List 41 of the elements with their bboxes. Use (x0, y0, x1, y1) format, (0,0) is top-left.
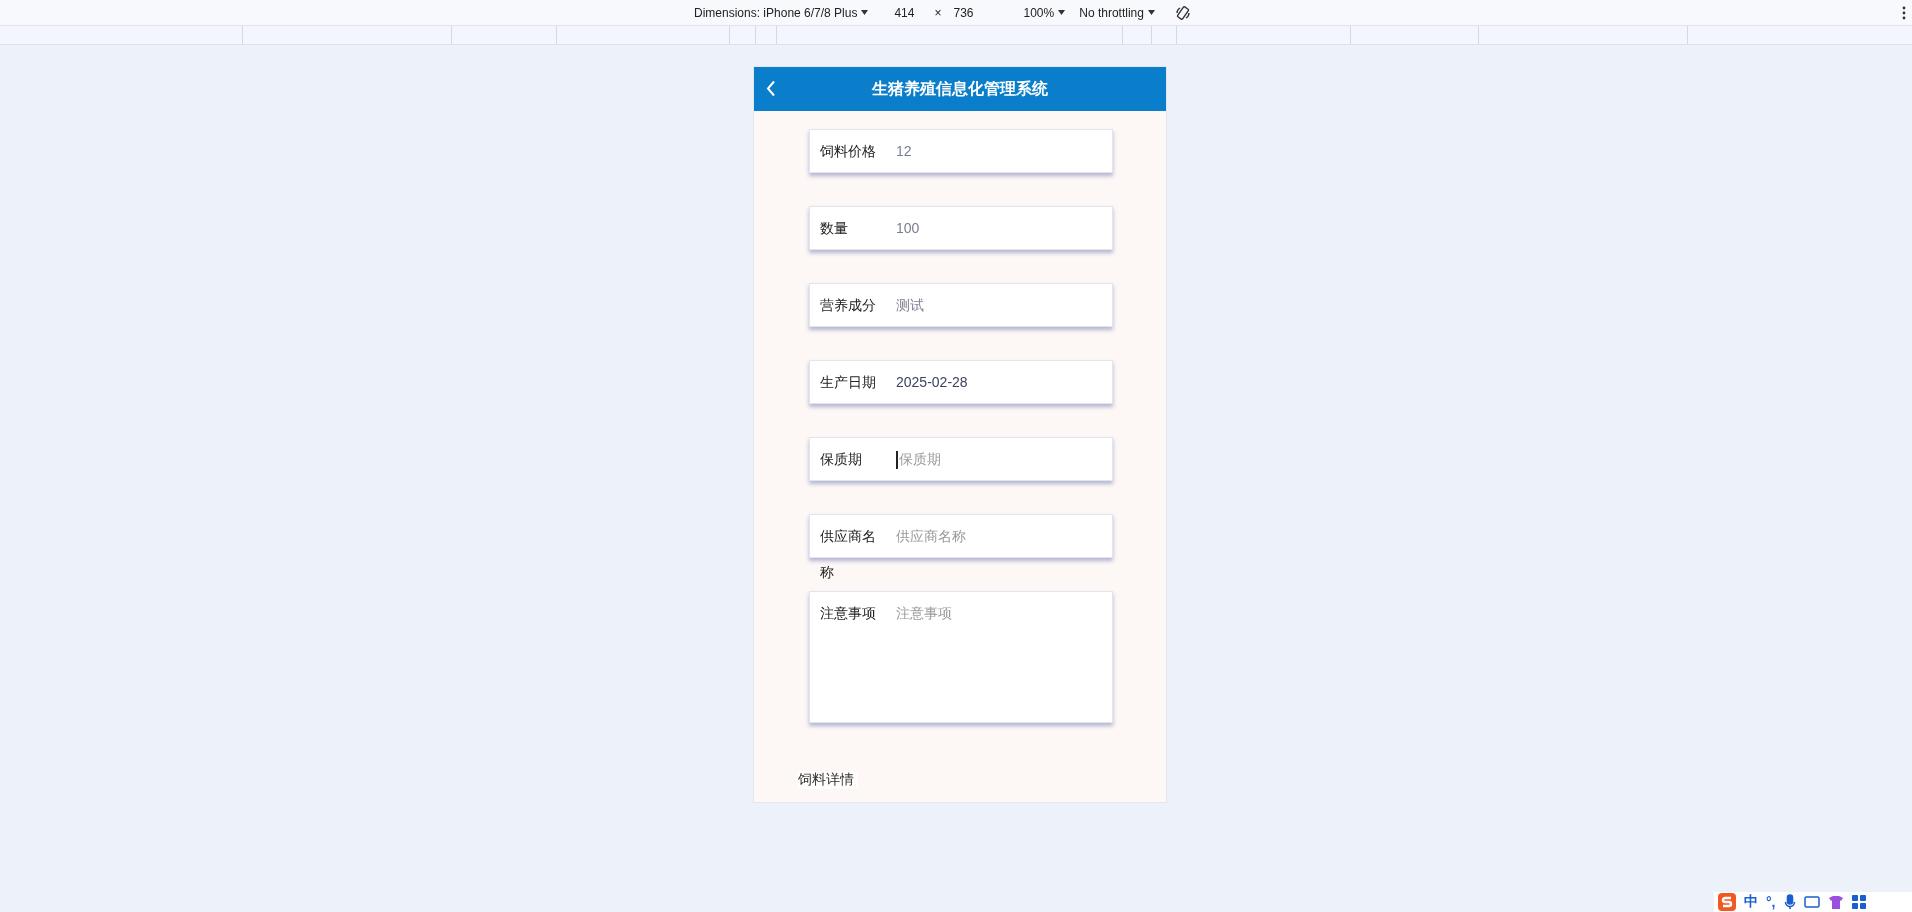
field-label: 生产日期 (820, 373, 877, 392)
field-label: 供应商名称 (820, 527, 877, 582)
field-label: 饲料价格 (820, 142, 877, 161)
field-label: 保质期 (820, 450, 863, 469)
width-field[interactable]: 414 (894, 5, 915, 20)
field-label: 注意事项 (820, 604, 877, 623)
times-sign: × (934, 5, 942, 20)
shirt-icon[interactable] (1827, 894, 1844, 910)
input-field[interactable]: 饲料价格 12 (809, 129, 1113, 173)
rotate-icon[interactable] (1174, 4, 1191, 21)
height-field[interactable]: 736 (953, 5, 974, 20)
field-value: 100 (896, 219, 920, 238)
input-field[interactable]: 生产日期 2025-02-28 (809, 360, 1113, 404)
throttling-dropdown[interactable]: No throttling (1079, 5, 1144, 20)
microphone-icon[interactable] (1783, 894, 1796, 910)
caret-icon[interactable] (861, 10, 869, 15)
caret-icon[interactable] (1147, 10, 1155, 15)
input-field[interactable]: 供应商名称 供应商名称 (809, 514, 1113, 590)
apps-icon[interactable] (1851, 895, 1866, 909)
input-field[interactable]: 营养成分 测试 (809, 283, 1113, 327)
field-value: 12 (896, 142, 912, 161)
zoom-dropdown[interactable]: 100% (1023, 5, 1055, 20)
field-label: 数量 (820, 219, 849, 238)
punctuation-mode[interactable]: °, (1766, 894, 1776, 910)
input-field[interactable]: 数量 100 (809, 206, 1113, 250)
more-icon[interactable] (1902, 5, 1906, 20)
field-placeholder: 保质期 (896, 437, 941, 477)
ime-logo-icon[interactable] (1718, 893, 1736, 911)
textarea-field[interactable]: 注意事项 注意事项 (809, 591, 1113, 723)
caret-icon[interactable] (1058, 10, 1066, 15)
dimensions-dropdown[interactable]: Dimensions: iPhone 6/7/8 Plus (694, 5, 858, 20)
field-placeholder: 供应商名称 (896, 527, 966, 546)
app-title: 生猪养殖信息化管理系统 (870, 78, 1049, 99)
field-value: 2025-02-28 (896, 373, 968, 392)
ime-mode[interactable]: 中 (1744, 893, 1758, 911)
back-icon[interactable] (766, 80, 776, 97)
field-label: 营养成分 (820, 296, 877, 315)
input-field[interactable]: 保质期 保质期 (809, 437, 1113, 481)
field-placeholder: 注意事项 (896, 604, 952, 623)
field-value: 测试 (896, 296, 924, 315)
section-title: 饲料详情 (798, 771, 858, 789)
